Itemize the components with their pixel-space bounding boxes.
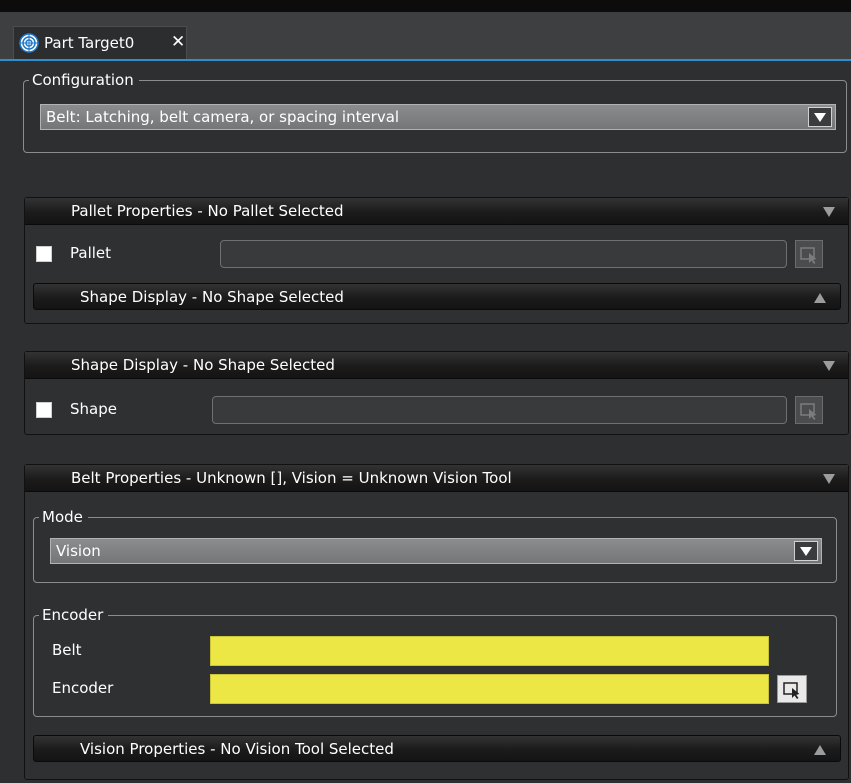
target-icon (19, 33, 39, 53)
belt-properties-panel: Belt Properties - Unknown [], Vision = U… (24, 464, 849, 780)
shape-display-title: Shape Display - No Shape Selected (71, 356, 335, 374)
dropdown-arrow-button[interactable] (808, 107, 832, 127)
configuration-value: Belt: Latching, belt camera, or spacing … (46, 108, 400, 126)
dropdown-arrow-button[interactable] (794, 541, 818, 561)
shape-display-panel: Shape Display - No Shape Selected Shape (24, 351, 849, 435)
shape-checkbox[interactable] (36, 402, 52, 418)
chevron-down-icon (814, 113, 826, 122)
vision-properties-subheader[interactable]: Vision Properties - No Vision Tool Selec… (33, 735, 841, 762)
pallet-field[interactable] (220, 240, 787, 268)
shape-label: Shape (70, 400, 117, 418)
mode-value: Vision (56, 542, 101, 560)
pallet-properties-title: Pallet Properties - No Pallet Selected (71, 202, 344, 220)
encoder-field[interactable] (210, 674, 769, 704)
mode-legend: Mode (39, 507, 88, 527)
window-top-bar (0, 0, 851, 12)
tab-label: Part Target0 (44, 34, 135, 52)
shape-display-subheader[interactable]: Shape Display - No Shape Selected (33, 283, 841, 310)
pallet-properties-header[interactable]: Pallet Properties - No Pallet Selected (25, 198, 848, 225)
shape-field[interactable] (212, 396, 787, 424)
mode-dropdown[interactable]: Vision (50, 538, 822, 564)
collapse-caret-down-icon (823, 207, 835, 217)
vision-properties-subtitle: Vision Properties - No Vision Tool Selec… (80, 740, 394, 758)
belt-properties-header[interactable]: Belt Properties - Unknown [], Vision = U… (25, 465, 848, 492)
collapse-caret-down-icon (823, 474, 835, 484)
belt-field[interactable] (210, 636, 769, 666)
encoder-legend: Encoder (39, 605, 109, 625)
encoder-group: Encoder Belt Encoder (33, 605, 837, 717)
shape-display-header[interactable]: Shape Display - No Shape Selected (25, 352, 848, 379)
shape-display-subtitle: Shape Display - No Shape Selected (80, 288, 344, 306)
mode-group: Mode Vision (33, 507, 837, 583)
cursor-select-icon (800, 247, 817, 264)
shape-select-button[interactable] (795, 396, 823, 424)
belt-label: Belt (52, 641, 82, 659)
configuration-legend: Configuration (29, 70, 139, 90)
belt-properties-title: Belt Properties - Unknown [], Vision = U… (71, 469, 512, 487)
tab-strip: Part Target0 ✕ (0, 12, 851, 61)
expand-caret-up-icon (814, 293, 826, 303)
encoder-label: Encoder (52, 679, 114, 697)
chevron-down-icon (800, 547, 812, 556)
expand-caret-up-icon (814, 745, 826, 755)
configuration-dropdown[interactable]: Belt: Latching, belt camera, or spacing … (40, 104, 836, 130)
close-icon[interactable]: ✕ (171, 32, 185, 52)
collapse-caret-down-icon (823, 361, 835, 371)
tab-part-target0[interactable]: Part Target0 ✕ (13, 26, 187, 59)
configuration-group: Configuration Belt: Latching, belt camer… (23, 70, 847, 153)
pallet-select-button[interactable] (795, 240, 823, 268)
pallet-properties-panel: Pallet Properties - No Pallet Selected P… (24, 197, 849, 324)
cursor-select-icon (800, 403, 817, 420)
pallet-label: Pallet (70, 244, 112, 262)
encoder-select-button[interactable] (777, 675, 807, 703)
cursor-select-icon (783, 682, 800, 699)
pallet-checkbox[interactable] (36, 246, 52, 262)
